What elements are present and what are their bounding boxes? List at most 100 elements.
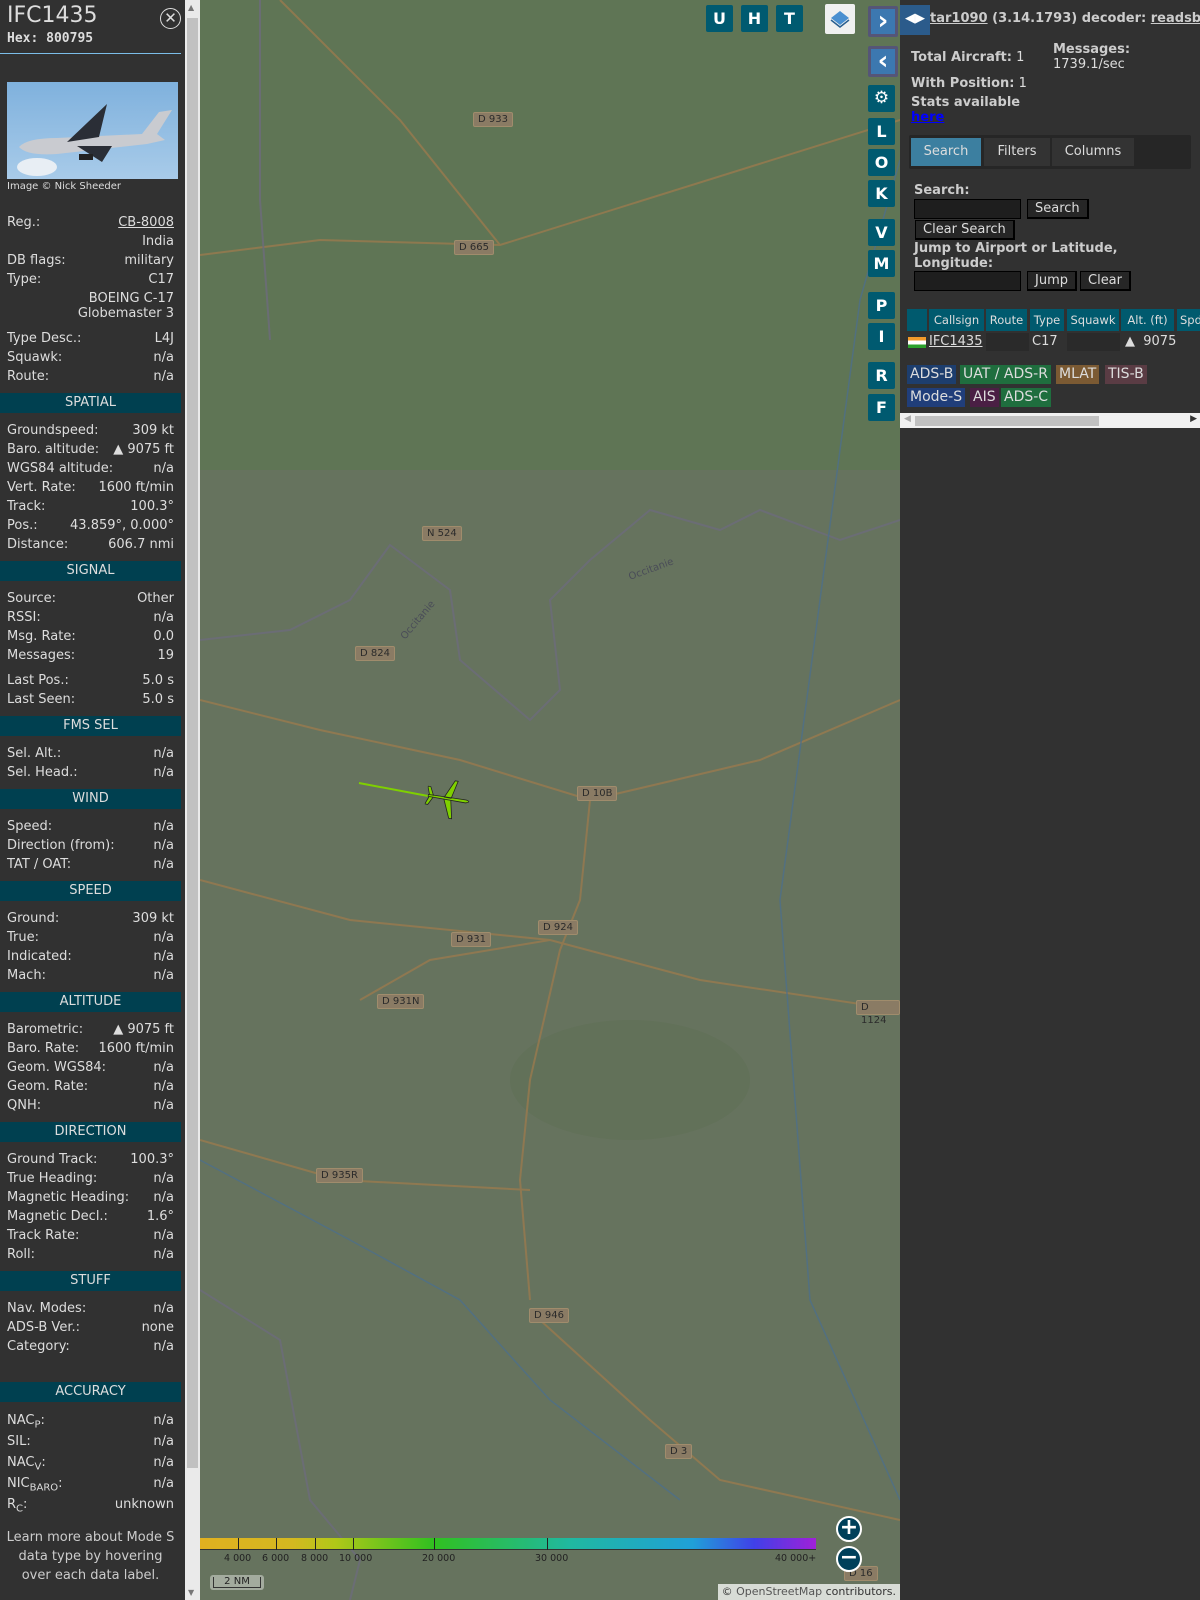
row-label[interactable]: WGS84 altitude: [7,459,113,478]
map-button-p[interactable]: P [868,292,895,319]
scrollbar-thumb[interactable] [915,416,1099,426]
jump-input[interactable] [914,271,1021,291]
row-label[interactable]: Mach: [7,966,46,985]
decoder-link[interactable]: readsb [1151,11,1200,26]
scroll-up-icon[interactable]: ▲ [188,3,194,12]
row-label[interactable]: ADS-B Ver.: [7,1318,80,1337]
registration-link[interactable]: CB-8008 [118,213,174,232]
col-header-speed[interactable]: Spd [1177,309,1200,331]
row-label[interactable]: Groundspeed: [7,421,98,440]
jump-button[interactable]: Jump [1027,271,1077,291]
row-label[interactable]: Msg. Rate: [7,627,76,646]
map-button-v[interactable]: V [868,219,895,246]
map-button-l[interactable]: L [868,118,895,145]
col-header-callsign[interactable]: Callsign [929,309,984,331]
callsign-title: IFC1435 [7,3,98,28]
row-label[interactable]: Nav. Modes: [7,1299,86,1318]
aircraft-marker[interactable] [424,778,472,820]
row-label[interactable]: QNH: [7,1096,41,1115]
zoom-in-button[interactable]: + [836,1516,862,1542]
row-label[interactable]: Ground Track: [7,1150,97,1169]
tab-columns[interactable]: Columns [1052,138,1134,166]
layers-icon[interactable] [825,4,855,34]
row-label[interactable]: NICBARO: [7,1473,63,1494]
row-label[interactable]: Vert. Rate: [7,478,76,497]
row-label[interactable]: Geom. WGS84: [7,1058,106,1077]
row-label[interactable]: Last Pos.: [7,671,69,690]
row-callsign[interactable]: IFC1435 [929,333,982,351]
row-label[interactable]: True: [7,928,39,947]
col-header-flag[interactable] [907,309,927,331]
row-label[interactable]: True Heading: [7,1169,97,1188]
row-label[interactable]: Category: [7,1337,70,1356]
scroll-left-icon[interactable]: ◀ [904,414,911,424]
row-label[interactable]: NACV: [7,1452,46,1473]
row-label[interactable]: Magnetic Decl.: [7,1207,108,1226]
map-button-m[interactable]: M [868,250,895,277]
clear-search-button[interactable]: Clear Search [915,220,1015,240]
map-button-f[interactable]: F [868,394,895,421]
info-row: Roll: n/a [0,1245,181,1264]
aircraft-photo[interactable] [7,82,178,179]
info-row: Direction (from): n/a [0,836,181,855]
map-button-h[interactable]: H [741,5,768,32]
map-button-u[interactable]: U [706,5,733,32]
row-label[interactable]: RC: [7,1494,27,1515]
sidebar-scrollbar[interactable]: ▲ ▼ [185,0,200,1600]
row-label[interactable]: Barometric: [7,1020,83,1039]
row-label[interactable]: Baro. altitude: [7,440,99,459]
tab-filters[interactable]: Filters [984,138,1050,166]
map-button-k[interactable]: K [868,180,895,207]
row-label[interactable]: Ground: [7,909,59,928]
row-label[interactable]: Speed: [7,817,52,836]
row-label[interactable]: Sel. Head.: [7,763,78,782]
expand-right-icon[interactable]: › [868,6,898,37]
col-header-alt[interactable]: Alt. (ft) [1121,309,1174,331]
row-label[interactable]: Last Seen: [7,690,75,709]
row-label[interactable]: Track Rate: [7,1226,79,1245]
col-header-squawk[interactable]: Squawk [1067,309,1119,331]
row-label[interactable]: TAT / OAT: [7,855,71,874]
row-label[interactable]: Indicated: [7,947,72,966]
tab-search[interactable]: Search [911,138,981,166]
row-label[interactable]: Roll: [7,1245,35,1264]
row-label[interactable]: SIL: [7,1431,31,1452]
row-label[interactable]: Sel. Alt.: [7,744,61,763]
row-label[interactable]: Pos.: [7,516,38,535]
row-label[interactable]: NACP: [7,1410,45,1431]
search-button[interactable]: Search [1027,199,1089,219]
row-label[interactable]: Source: [7,589,56,608]
row-label[interactable]: Baro. Rate: [7,1039,79,1058]
info-row: NACP: n/a [0,1410,181,1431]
table-row[interactable]: IFC1435 C17 ▲ 9075 [907,333,1200,351]
osm-link[interactable]: OpenStreetMap [736,1585,822,1598]
zoom-out-button[interactable]: − [836,1546,862,1572]
toggle-panel-icon[interactable]: ◀▶ [900,5,930,35]
col-header-route[interactable]: Route [986,309,1027,331]
row-label[interactable]: Geom. Rate: [7,1077,88,1096]
map-button-r[interactable]: R [868,362,895,389]
col-header-type[interactable]: Type [1030,309,1064,331]
row-label[interactable]: Direction (from): [7,836,115,855]
row-label[interactable]: Messages: [7,646,75,665]
row-value: n/a [153,949,174,964]
scroll-down-icon[interactable]: ▼ [188,1588,194,1597]
search-input[interactable] [914,199,1021,219]
map-button-i[interactable]: I [868,323,895,350]
map-button-t[interactable]: T [776,5,803,32]
map-view[interactable]: Occitanie Occitanie D 933 D 665 N 524 D 824… [200,0,900,1600]
row-label[interactable]: Track: [7,497,45,516]
table-horizontal-scrollbar[interactable]: ◀ ▶ [900,413,1200,428]
collapse-left-icon[interactable]: ‹ [868,46,898,77]
scrollbar-thumb[interactable] [187,18,198,1468]
row-label[interactable]: RSSI: [7,608,41,627]
gear-icon[interactable]: ⚙ [868,85,895,112]
close-icon[interactable]: ✕ [160,8,181,29]
tar1090-link[interactable]: tar1090 [930,11,988,26]
clear-button[interactable]: Clear [1080,271,1131,291]
scroll-right-icon[interactable]: ▶ [1190,414,1197,424]
stats-link[interactable]: here [911,110,944,125]
row-label[interactable]: Distance: [7,535,68,554]
map-button-o[interactable]: O [868,149,895,176]
row-label[interactable]: Magnetic Heading: [7,1188,129,1207]
